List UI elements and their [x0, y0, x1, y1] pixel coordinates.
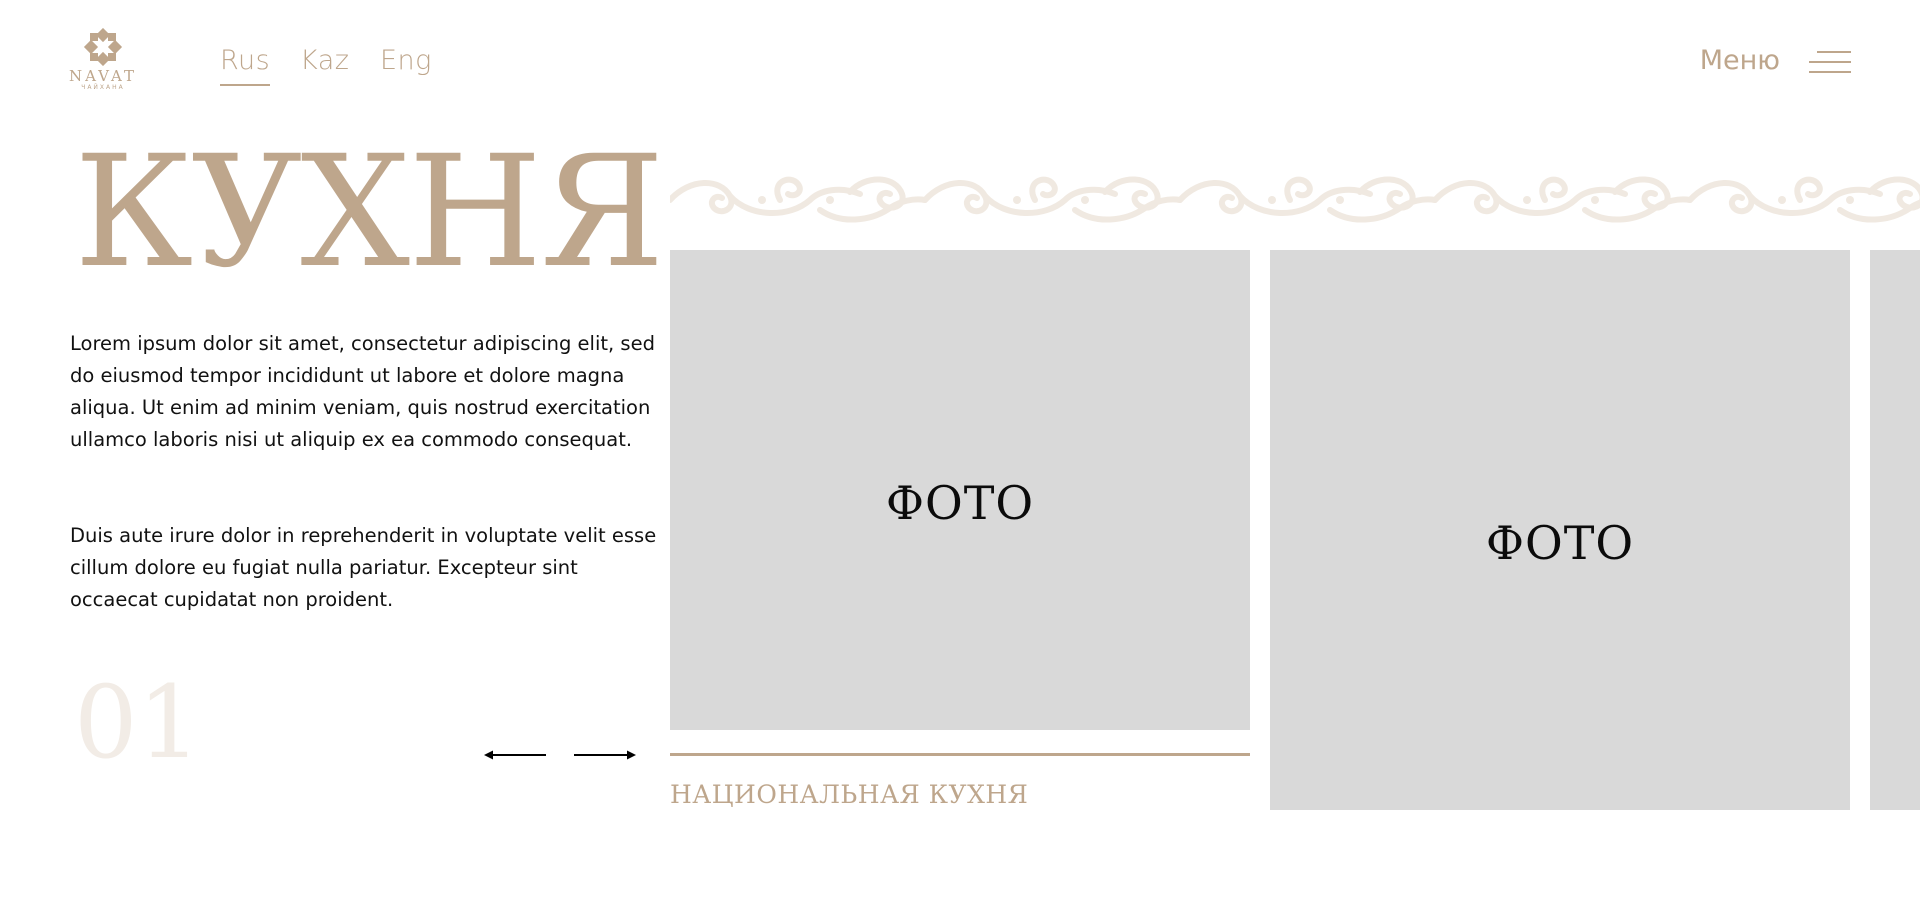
photo-placeholder-label: ФОТО	[1485, 516, 1635, 570]
intro-paragraph-1: Lorem ipsum dolor sit amet, consectetur …	[70, 332, 655, 451]
ornament-border	[670, 168, 1920, 232]
logo-name: NAVAT	[68, 67, 138, 85]
card-divider	[670, 753, 1250, 756]
photo-card-1[interactable]: ФОТО	[670, 250, 1250, 730]
page-title: КУХНЯ	[74, 123, 665, 302]
hamburger-menu-icon[interactable]	[1809, 51, 1851, 77]
photo-card-3-partial[interactable]	[1870, 250, 1920, 810]
lang-kaz[interactable]: Kaz	[300, 45, 349, 76]
logo[interactable]: NAVAT ЧАЙХАНА	[68, 28, 138, 102]
arrow-left-icon[interactable]	[484, 745, 546, 765]
card-caption: НАЦИОНАЛЬНАЯ КУХНЯ	[670, 780, 1029, 809]
logo-star-icon	[83, 28, 123, 66]
menu-label[interactable]: Меню	[1700, 45, 1780, 76]
arrow-right-icon[interactable]	[574, 745, 636, 765]
photo-placeholder-label: ФОТО	[885, 476, 1035, 530]
lang-eng[interactable]: Eng	[380, 45, 432, 76]
slide-number: 01	[74, 664, 202, 781]
intro-paragraph-2: Duis aute irure dolor in reprehenderit i…	[70, 524, 657, 611]
logo-subtitle: ЧАЙХАНА	[81, 84, 125, 91]
lang-rus[interactable]: Rus	[220, 45, 271, 86]
photo-card-2[interactable]: ФОТО	[1270, 250, 1850, 810]
